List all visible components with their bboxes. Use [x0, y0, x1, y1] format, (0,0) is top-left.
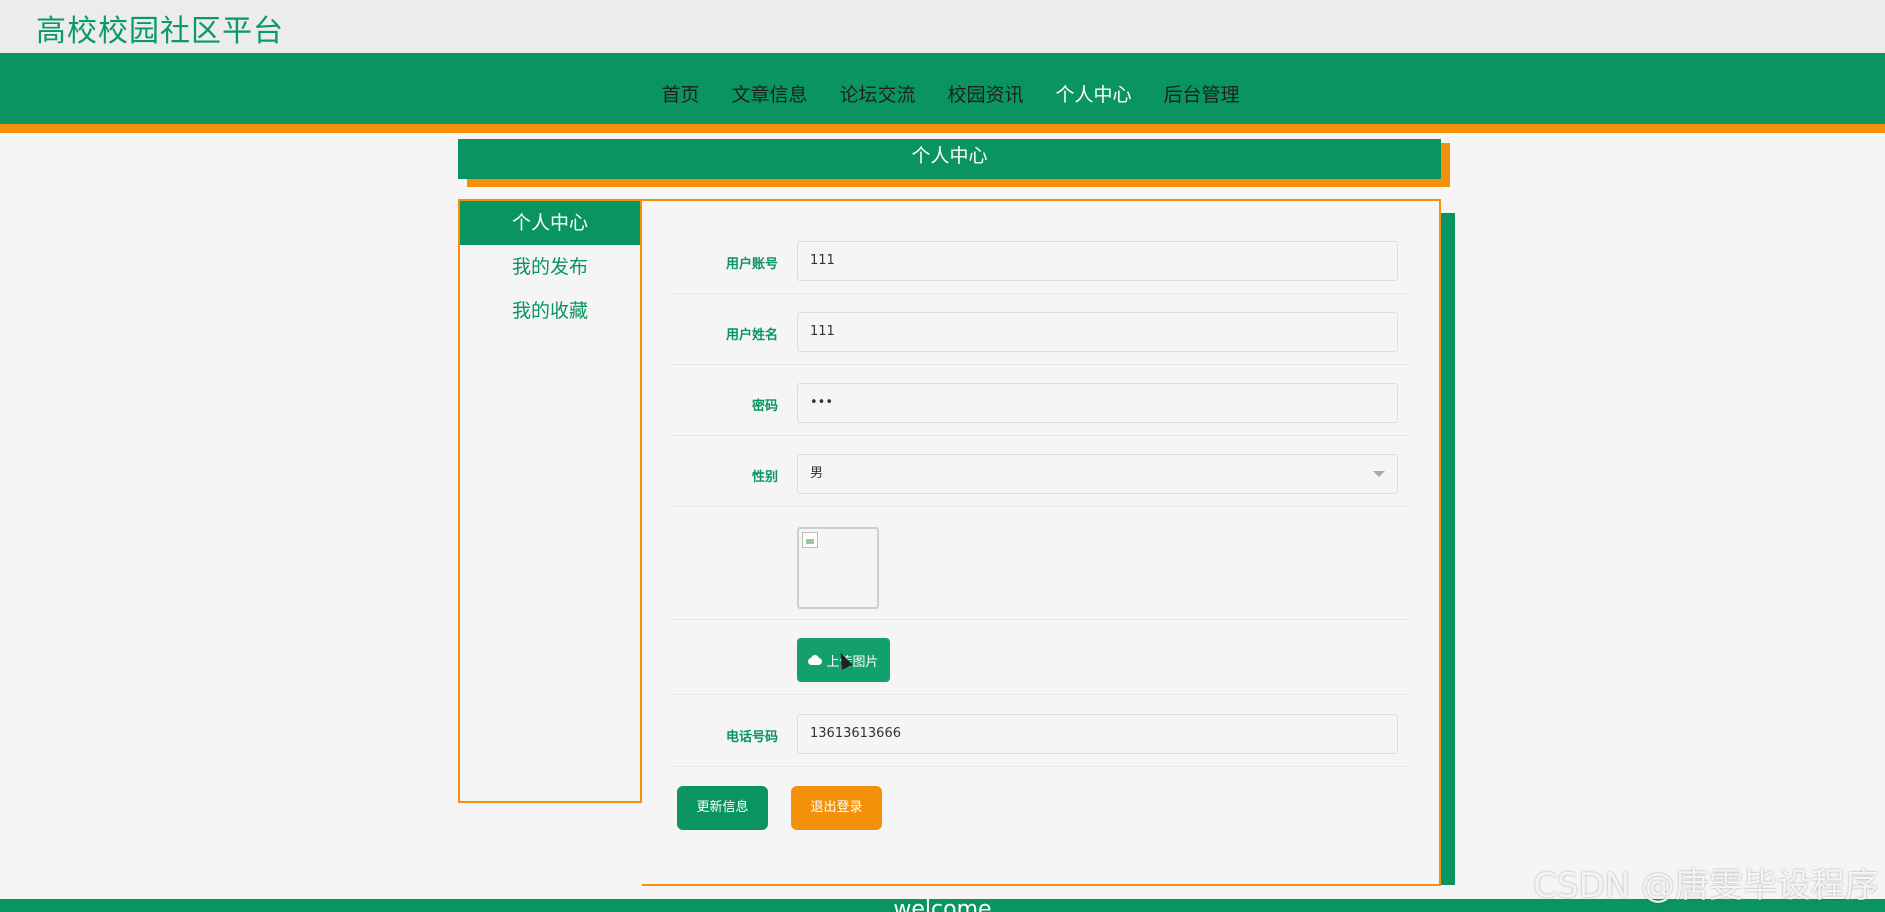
- phone-label: 电话号码: [725, 730, 778, 745]
- cloud-upload-icon: [808, 655, 823, 665]
- broken-image-icon: [802, 532, 818, 548]
- account-label: 用户账号: [725, 257, 778, 272]
- form-row-gender: 性别 男: [672, 454, 1409, 507]
- main-navbar: 首页 文章信息 论坛交流 校园资讯 个人中心 后台管理: [0, 53, 1885, 133]
- password-input[interactable]: •••: [797, 383, 1398, 423]
- name-input[interactable]: 111: [797, 312, 1398, 352]
- sidebar-item-personal-center[interactable]: 个人中心: [460, 201, 640, 245]
- update-info-button[interactable]: 更新信息: [677, 786, 768, 830]
- nav-item-personal-center[interactable]: 个人中心: [1056, 80, 1132, 107]
- account-input[interactable]: 111: [797, 241, 1398, 281]
- form-row-password: 密码 •••: [672, 383, 1409, 436]
- name-label: 用户姓名: [725, 328, 778, 343]
- gender-select[interactable]: 男: [797, 454, 1398, 494]
- content-shadow: [1441, 213, 1455, 885]
- gender-selected-value: 男: [810, 466, 824, 481]
- nav-item-campus-news[interactable]: 校园资讯: [948, 80, 1024, 107]
- sidebar-item-my-posts[interactable]: 我的发布: [460, 245, 640, 289]
- sidebar-item-my-favorites[interactable]: 我的收藏: [460, 289, 640, 333]
- upload-button-label: 上传图片: [826, 654, 879, 670]
- gender-label: 性别: [751, 470, 778, 485]
- form-row-avatar: [672, 507, 1409, 620]
- nav-menu: 首页 文章信息 论坛交流 校园资讯 个人中心 后台管理: [0, 53, 1885, 133]
- logout-button[interactable]: 退出登录: [791, 786, 882, 830]
- nav-item-home[interactable]: 首页: [661, 80, 699, 107]
- password-label: 密码: [751, 399, 778, 414]
- form-row-upload: 上传图片: [672, 620, 1409, 695]
- nav-item-admin[interactable]: 后台管理: [1164, 80, 1240, 107]
- site-title[interactable]: 高校校园社区平台: [36, 6, 284, 50]
- form-row-account: 用户账号 111: [672, 241, 1409, 294]
- top-bar: 高校校园社区平台: [0, 0, 1885, 53]
- form-row-phone: 电话号码 13613613666: [672, 714, 1409, 767]
- sidebar: 个人中心 我的发布 我的收藏: [458, 199, 642, 803]
- nav-item-articles[interactable]: 文章信息: [731, 80, 807, 107]
- section-title: 个人中心: [458, 139, 1441, 179]
- avatar-preview: [797, 527, 879, 609]
- profile-form-panel: 用户账号 111 用户姓名 111 密码 ••• 性别 男 上传图片 电话号码 …: [642, 199, 1441, 886]
- phone-input[interactable]: 13613613666: [797, 714, 1398, 754]
- form-row-name: 用户姓名 111: [672, 312, 1409, 365]
- chevron-down-icon: [1373, 471, 1385, 477]
- watermark: CSDN @唐雯毕设程序: [1533, 866, 1879, 906]
- nav-item-forum[interactable]: 论坛交流: [839, 80, 915, 107]
